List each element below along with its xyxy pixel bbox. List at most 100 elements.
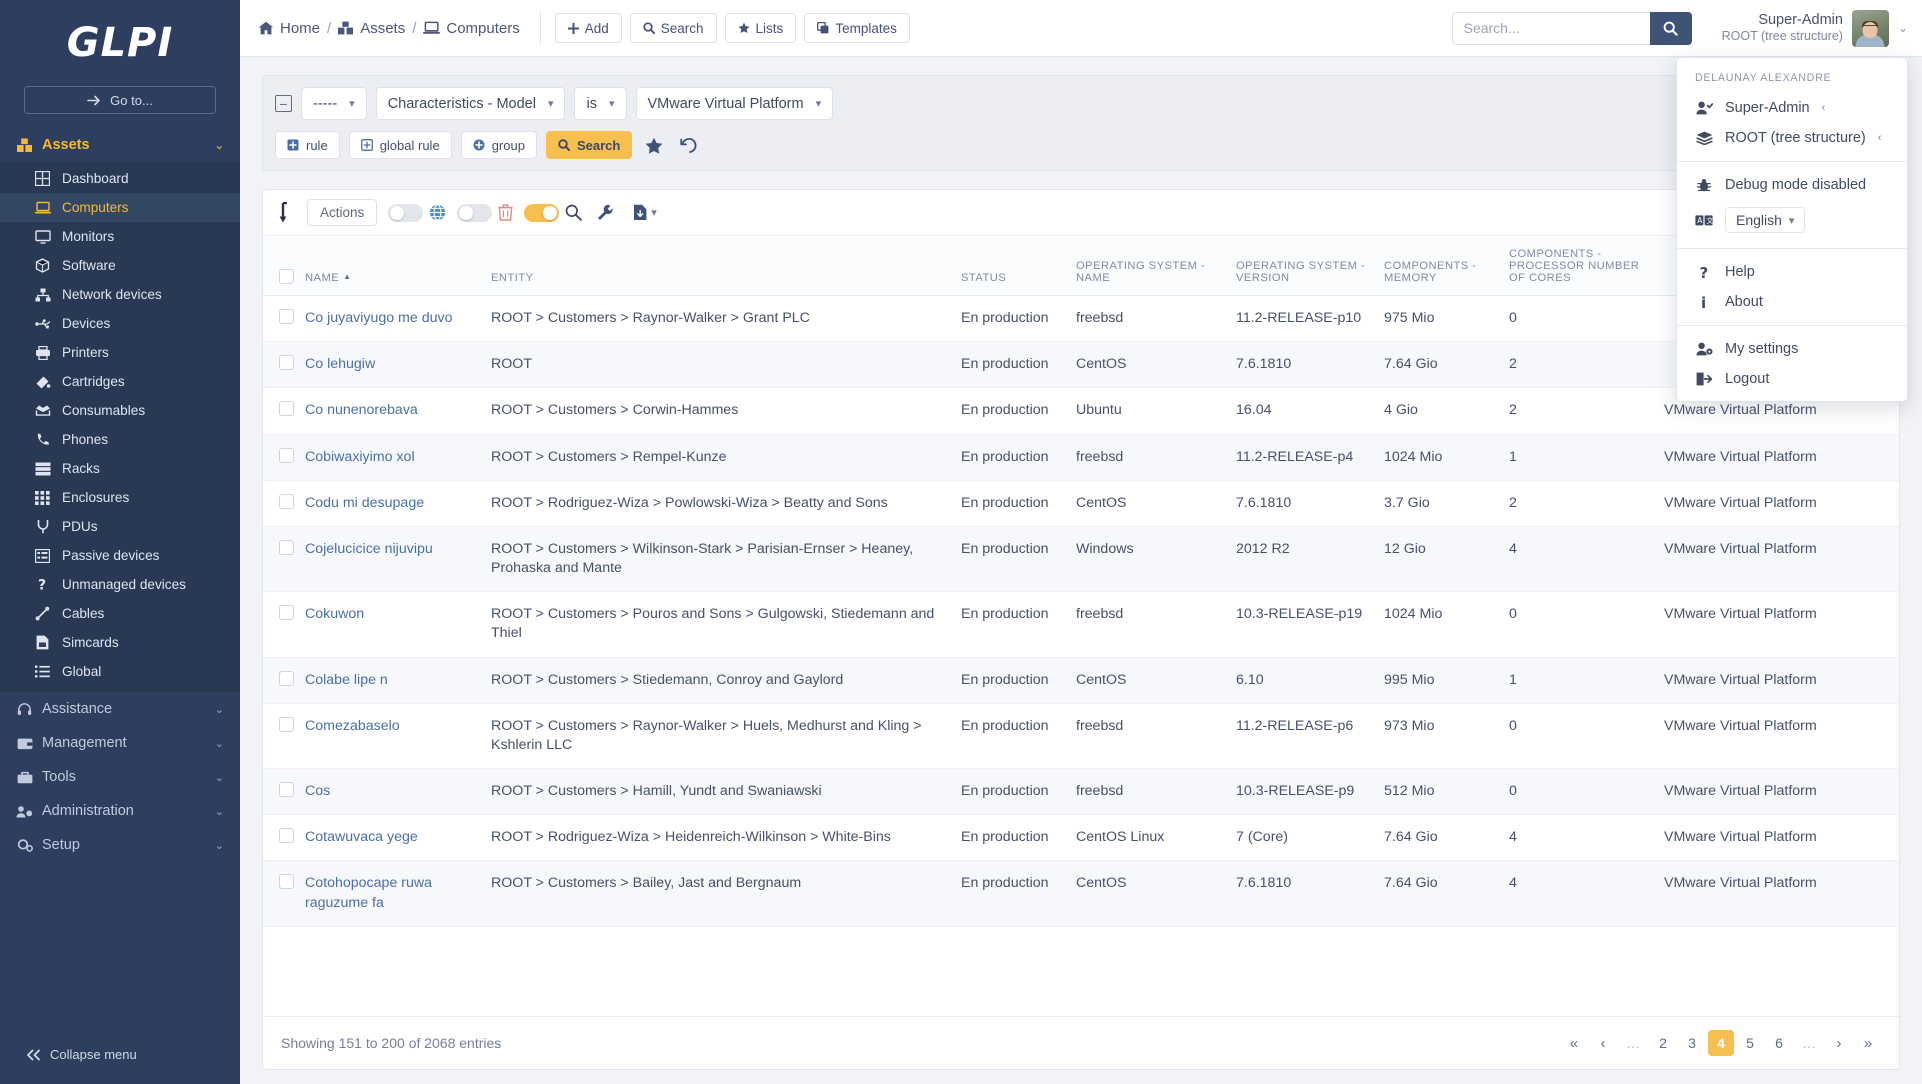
app-logo[interactable]: GLPI bbox=[0, 0, 240, 86]
search-toggle[interactable] bbox=[524, 203, 560, 222]
table-row[interactable]: Comezabaselo ROOT > Customers > Raynor-Wa… bbox=[263, 703, 1899, 770]
select-all-checkbox[interactable] bbox=[279, 269, 294, 284]
page-nav-button[interactable]: › bbox=[1826, 1030, 1852, 1056]
table-row[interactable]: Cobiwaxiyimo xol ROOT > Customers > Rempe… bbox=[263, 434, 1899, 481]
dropdown-profile[interactable]: Super-Admin ‹ bbox=[1677, 93, 1907, 123]
col-status[interactable]: STATUS bbox=[953, 236, 1068, 296]
sidebar-item-unmanaged-devices[interactable]: ? Unmanaged devices bbox=[0, 570, 240, 599]
computer-link[interactable]: Cokuwon bbox=[305, 606, 364, 622]
search-submit-button[interactable]: Search bbox=[545, 131, 633, 159]
sidebar-section-tools[interactable]: Tools ⌄ bbox=[0, 760, 240, 794]
add-global-rule-button[interactable]: global rule bbox=[348, 131, 452, 159]
page-current[interactable]: 4 bbox=[1708, 1030, 1734, 1056]
language-select[interactable]: English ▾ bbox=[1725, 207, 1806, 233]
computer-link[interactable]: Cobiwaxiyimo xol bbox=[305, 449, 415, 465]
sidebar-item-pdus[interactable]: PDUs bbox=[0, 512, 240, 541]
dropdown-debug-mode[interactable]: Debug mode disabled bbox=[1677, 170, 1907, 200]
dropdown-logout[interactable]: Logout bbox=[1677, 364, 1907, 394]
row-checkbox[interactable] bbox=[279, 309, 294, 324]
criteria-value-select[interactable]: VMware Virtual Platform ▾ bbox=[635, 87, 834, 120]
table-row[interactable]: Cotawuvaca yege ROOT > Rodriguez-Wiza > H… bbox=[263, 814, 1899, 862]
add-group-button[interactable]: group bbox=[460, 131, 537, 159]
breadcrumb-computers[interactable]: Computers bbox=[423, 20, 520, 37]
page-button[interactable]: 3 bbox=[1679, 1030, 1705, 1056]
breadcrumb-assets[interactable]: Assets bbox=[338, 20, 405, 37]
table-scroll[interactable]: NAME ▲ ENTITY STATUS OPERATING SYSTEM - N… bbox=[263, 236, 1899, 1016]
row-checkbox[interactable] bbox=[279, 828, 294, 844]
save-as-favorite-button[interactable] bbox=[641, 137, 667, 154]
row-checkbox[interactable] bbox=[279, 355, 294, 371]
sidebar-item-enclosures[interactable]: Enclosures bbox=[0, 483, 240, 512]
global-toggle[interactable] bbox=[388, 203, 424, 222]
table-row[interactable]: Cos ROOT > Customers > Hamill, Yundt and … bbox=[263, 768, 1899, 816]
table-row[interactable]: Co lehugiw ROOT En production CentOS 7.6.181… bbox=[263, 341, 1899, 389]
sidebar-item-printers[interactable]: Printers bbox=[0, 338, 240, 367]
sidebar-item-passive-devices[interactable]: Passive devices bbox=[0, 541, 240, 570]
page-nav-button[interactable]: » bbox=[1855, 1030, 1881, 1056]
search-input[interactable] bbox=[1451, 11, 1650, 45]
sidebar-item-cartridges[interactable]: Cartridges bbox=[0, 367, 240, 396]
row-checkbox[interactable] bbox=[279, 670, 294, 686]
table-row[interactable]: Cojelucicice nijuvipu ROOT > Customers > … bbox=[263, 526, 1899, 593]
sidebar-item-monitors[interactable]: Monitors bbox=[0, 222, 240, 251]
sidebar-item-consumables[interactable]: Consumables bbox=[0, 396, 240, 425]
table-row[interactable]: Codu mi desupage ROOT > Rodriguez-Wiza > … bbox=[263, 480, 1899, 527]
computer-link[interactable]: Codu mi desupage bbox=[305, 495, 424, 511]
dropdown-about[interactable]: i About bbox=[1677, 287, 1907, 317]
search-submit-button[interactable] bbox=[1649, 11, 1692, 45]
search-button[interactable]: Search bbox=[629, 13, 717, 43]
actions-button[interactable]: Actions bbox=[307, 199, 378, 226]
settings-wrench-button[interactable] bbox=[593, 204, 618, 221]
collapse-menu-button[interactable]: Collapse menu bbox=[0, 1033, 240, 1084]
sidebar-section-management[interactable]: Management ⌄ bbox=[0, 726, 240, 760]
sidebar-item-global[interactable]: Global bbox=[0, 657, 240, 686]
sidebar-section-assistance[interactable]: Assistance ⌄ bbox=[0, 692, 240, 726]
add-button[interactable]: Add bbox=[554, 13, 622, 43]
col-os-version[interactable]: OPERATING SYSTEM - VERSION bbox=[1228, 236, 1376, 296]
row-checkbox[interactable] bbox=[279, 401, 294, 417]
row-checkbox[interactable] bbox=[279, 447, 294, 463]
row-checkbox[interactable] bbox=[279, 493, 294, 509]
table-row[interactable]: Cotohopocape ruwa raguzume fa ROOT > Cust… bbox=[263, 860, 1899, 927]
sidebar-item-computers[interactable]: Computers bbox=[0, 193, 240, 222]
page-button[interactable]: 2 bbox=[1650, 1030, 1676, 1056]
dropdown-help[interactable]: ? Help bbox=[1677, 257, 1907, 287]
sidebar-section-setup[interactable]: Setup ⌄ bbox=[0, 828, 240, 862]
table-row[interactable]: Cokuwon ROOT > Customers > Pouros and Son… bbox=[263, 591, 1899, 658]
sidebar-item-software[interactable]: Software bbox=[0, 251, 240, 280]
page-nav-button[interactable]: ‹ bbox=[1590, 1030, 1616, 1056]
sidebar-section-administration[interactable]: Administration ⌄ bbox=[0, 794, 240, 828]
computer-link[interactable]: Co lehugiw bbox=[305, 356, 375, 372]
row-checkbox[interactable] bbox=[279, 539, 294, 555]
computer-link[interactable]: Cojelucicice nijuvipu bbox=[305, 541, 433, 557]
criteria-field-select[interactable]: Characteristics - Model ▾ bbox=[375, 87, 566, 120]
sidebar-item-network-devices[interactable]: Network devices bbox=[0, 280, 240, 309]
dropdown-my-settings[interactable]: My settings bbox=[1677, 334, 1907, 364]
collapse-criteria-button[interactable]: − bbox=[275, 95, 292, 112]
table-row[interactable]: Co juyaviyugo me duvo ROOT > Customers > … bbox=[263, 295, 1899, 343]
computer-link[interactable]: Cotawuvaca yege bbox=[305, 829, 418, 845]
col-os-name[interactable]: OPERATING SYSTEM - NAME bbox=[1068, 236, 1228, 296]
computer-link[interactable]: Comezabaselo bbox=[305, 718, 400, 734]
templates-button[interactable]: Templates bbox=[804, 13, 910, 43]
lists-button[interactable]: Lists bbox=[724, 13, 797, 43]
col-entity[interactable]: ENTITY bbox=[483, 236, 953, 296]
row-checkbox[interactable] bbox=[279, 782, 294, 798]
go-to-button[interactable]: Go to... bbox=[24, 86, 216, 114]
export-button[interactable]: ▾ bbox=[629, 204, 661, 221]
page-button[interactable]: 5 bbox=[1737, 1030, 1763, 1056]
row-checkbox[interactable] bbox=[279, 874, 294, 890]
computer-link[interactable]: Cotohopocape ruwa raguzume fa bbox=[305, 875, 432, 910]
reset-search-button[interactable] bbox=[676, 137, 702, 154]
col-memory[interactable]: COMPONENTS - MEMORY bbox=[1376, 236, 1501, 296]
sidebar-section-assets[interactable]: Assets ⌄ bbox=[0, 128, 240, 162]
sidebar-item-phones[interactable]: Phones bbox=[0, 425, 240, 454]
avatar[interactable] bbox=[1851, 9, 1889, 47]
computer-link[interactable]: Cos bbox=[305, 783, 330, 799]
row-checkbox[interactable] bbox=[279, 605, 294, 621]
computer-link[interactable]: Colabe lipe n bbox=[305, 672, 388, 688]
page-button[interactable]: 6 bbox=[1766, 1030, 1792, 1056]
col-name[interactable]: NAME ▲ bbox=[297, 236, 483, 296]
table-row[interactable]: Colabe lipe n ROOT > Customers > Stiedema… bbox=[263, 657, 1899, 704]
row-checkbox[interactable] bbox=[279, 716, 294, 732]
